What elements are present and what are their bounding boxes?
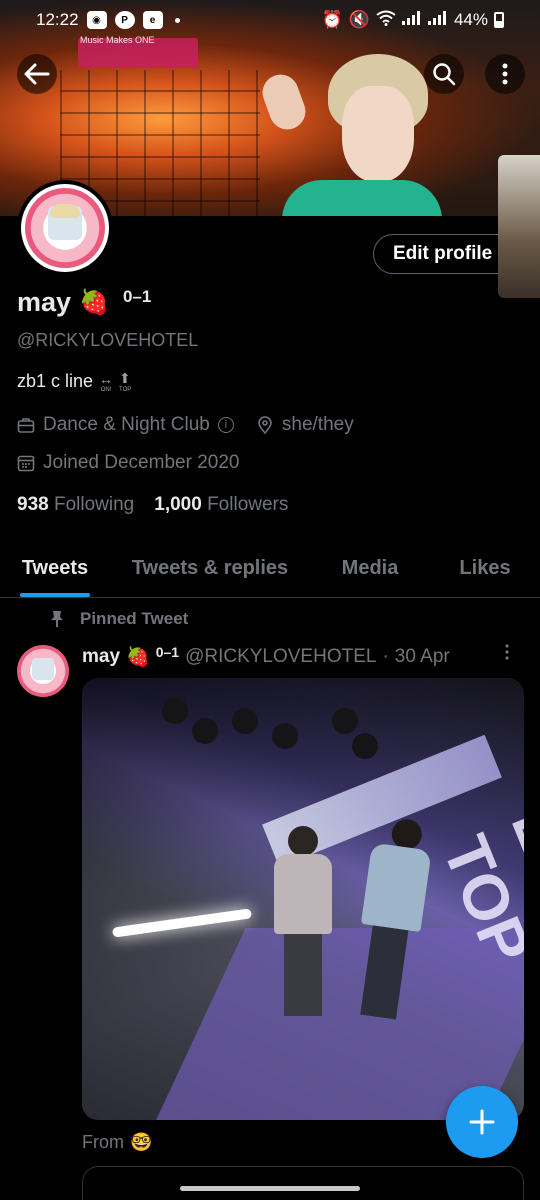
tweet-date[interactable]: 30 Apr: [395, 646, 450, 668]
bio-arrows-icon: ↔ ON!: [99, 370, 114, 393]
battery-icon: [494, 12, 504, 28]
tweet-text: From 🤓: [82, 1132, 153, 1152]
ebay-icon: e: [142, 11, 163, 29]
battery-level: 44%: [453, 10, 488, 29]
profile-bio: zb1 c line ↔ ON! ⬆ TOP: [17, 370, 131, 393]
home-indicator[interactable]: [180, 1186, 360, 1191]
pinterest-icon: P: [114, 11, 135, 29]
back-button[interactable]: [17, 54, 57, 94]
status-bar: 12:22 ◉ P e ⏰ 🔇 44%: [0, 0, 540, 40]
status-time: 12:22: [36, 10, 79, 29]
tweet-author-name[interactable]: may: [82, 646, 120, 668]
briefcase-icon: [17, 418, 35, 433]
calendar-icon: [17, 455, 35, 472]
alarm-icon: ⏰: [321, 10, 343, 29]
location-pin-icon: [258, 416, 272, 434]
profile-meta-row: Dance & Night Club i she/they: [17, 414, 354, 436]
profile-tabs: Tweets Tweets & replies Media Likes: [0, 540, 540, 598]
compose-tweet-button[interactable]: [446, 1086, 518, 1158]
banner-side-image: [498, 155, 540, 298]
following-link[interactable]: 938 Following: [17, 494, 134, 516]
search-icon: [433, 63, 456, 86]
tweet-separator: ·: [382, 646, 389, 667]
pin-icon: [51, 611, 63, 627]
signal-icon-2: [427, 10, 448, 30]
tab-likes[interactable]: Likes: [430, 540, 540, 597]
tweet-author-handle[interactable]: @RICKYLOVEHOTEL: [185, 646, 376, 668]
followers-count: 1,000: [154, 494, 202, 515]
banner-person: [257, 50, 442, 216]
tweet-author-suffix: 0–1: [155, 644, 180, 660]
bio-text: zb1 c line: [17, 371, 94, 391]
followers-label: Followers: [207, 494, 289, 515]
profile-name: may 🍓 0–1: [17, 287, 151, 318]
tweet-author-emoji: 🍓: [126, 647, 150, 668]
name-suffix: 0–1: [122, 286, 152, 306]
following-count: 938: [17, 494, 49, 515]
tweet-avatar[interactable]: [17, 645, 69, 697]
profile-joined-row: Joined December 2020: [17, 452, 239, 474]
profile-handle: @RICKYLOVEHOTEL: [17, 330, 199, 350]
nerd-emoji: 🤓: [130, 1132, 153, 1152]
profile-avatar[interactable]: [17, 180, 113, 276]
media-person-1: [274, 826, 332, 1016]
tab-tweets-replies[interactable]: Tweets & replies: [110, 540, 310, 597]
strawberry-emoji: 🍓: [79, 289, 109, 316]
notification-dot-icon: [174, 17, 180, 23]
info-icon[interactable]: i: [217, 417, 234, 433]
mute-icon: 🔇: [348, 10, 370, 29]
profile-joined: Joined December 2020: [43, 452, 240, 473]
tab-tweets[interactable]: Tweets: [0, 540, 110, 597]
more-vertical-icon: [502, 63, 508, 85]
bio-up-icon: ⬆ TOP: [119, 370, 132, 393]
follow-stats: 938 Following 1,000 Followers: [17, 494, 288, 516]
arrow-left-icon: [24, 63, 50, 85]
signal-icon: [401, 10, 422, 30]
tab-media[interactable]: Media: [310, 540, 430, 597]
display-name: may: [17, 287, 72, 317]
pinned-tweet-label: Pinned Tweet: [50, 609, 188, 629]
tweet-media-image[interactable]: L TOP 9: [82, 678, 524, 1120]
followers-link[interactable]: 1,000 Followers: [154, 494, 288, 516]
plus-icon: [469, 1109, 495, 1135]
search-button[interactable]: [424, 54, 464, 94]
wifi-icon: [376, 10, 396, 31]
tweet-header: may 🍓 0–1 @RICKYLOVEHOTEL · 30 Apr: [82, 644, 450, 669]
following-label: Following: [53, 494, 135, 515]
discord-icon: ◉: [86, 11, 107, 29]
tweet-more-button[interactable]: [505, 644, 509, 660]
next-tweet-card[interactable]: [82, 1166, 524, 1200]
more-vertical-icon: [505, 644, 509, 660]
more-options-button[interactable]: [485, 54, 525, 94]
profile-pronouns: she/they: [281, 414, 354, 435]
profile-category: Dance & Night Club: [43, 414, 210, 435]
